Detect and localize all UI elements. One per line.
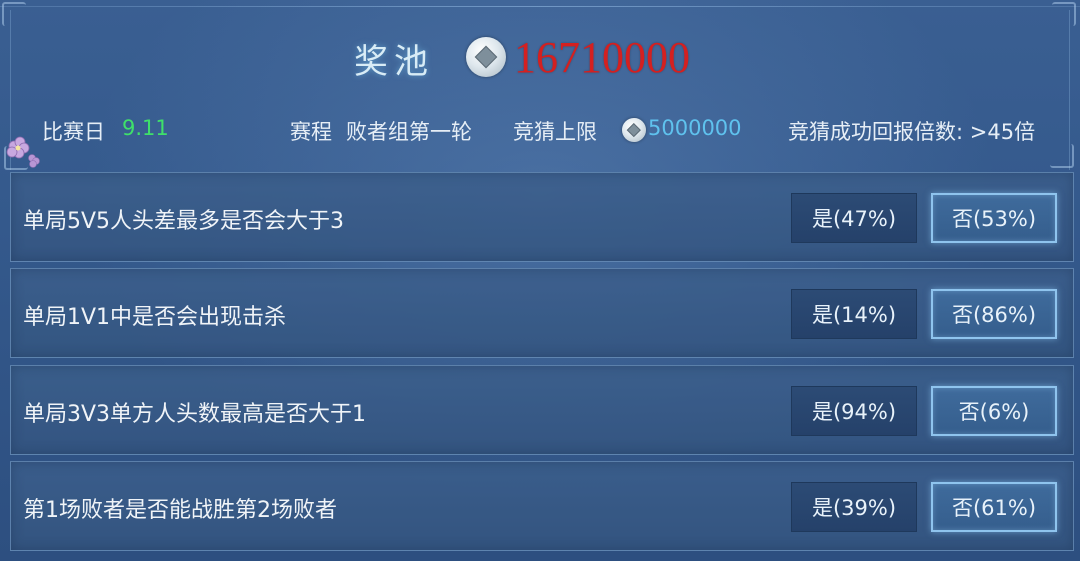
match-day-label: 比赛日 — [42, 120, 105, 144]
frame-divider — [0, 6, 1080, 7]
question-row: 单局3V3单方人头数最高是否大于1 是(94%) 否(6%) — [10, 365, 1074, 455]
pool-title: 奖池 — [354, 42, 434, 82]
question-text: 单局1V1中是否会出现击杀 — [23, 305, 287, 330]
vote-yes-button[interactable]: 是(47%) — [791, 193, 917, 243]
betting-panel: 奖池 16710000 比赛日 9.11 赛程 败者组第一轮 竞猜上限 5000… — [0, 0, 1080, 561]
payout-multiplier: 竞猜成功回报倍数: >45倍 — [788, 120, 1036, 144]
question-row: 单局1V1中是否会出现击杀 是(14%) 否(86%) — [10, 268, 1074, 358]
question-row: 第1场败者是否能战胜第2场败者 是(39%) 否(61%) — [10, 461, 1074, 551]
question-text: 单局3V3单方人头数最高是否大于1 — [23, 402, 367, 427]
coin-icon — [622, 118, 646, 142]
coin-icon — [466, 37, 506, 77]
corner-ornament-icon — [1052, 2, 1076, 26]
vote-no-button[interactable]: 否(61%) — [931, 482, 1057, 532]
question-text: 单局5V5人头差最多是否会大于3 — [23, 209, 345, 234]
vote-yes-button[interactable]: 是(39%) — [791, 482, 917, 532]
pool-amount: 16710000 — [514, 33, 690, 82]
vote-yes-button[interactable]: 是(14%) — [791, 289, 917, 339]
vote-yes-button[interactable]: 是(94%) — [791, 386, 917, 436]
question-row: 单局5V5人头差最多是否会大于3 是(47%) 否(53%) — [10, 172, 1074, 262]
match-day-value: 9.11 — [122, 116, 169, 140]
bet-limit-label: 竞猜上限 — [513, 120, 597, 144]
vote-no-button[interactable]: 否(86%) — [931, 289, 1057, 339]
schedule-label: 赛程 — [290, 120, 332, 144]
vote-no-button[interactable]: 否(6%) — [931, 386, 1057, 436]
vote-no-button[interactable]: 否(53%) — [931, 193, 1057, 243]
match-info-bar: 比赛日 9.11 赛程 败者组第一轮 竞猜上限 5000000 竞猜成功回报倍数… — [0, 112, 1080, 148]
corner-ornament-icon — [2, 2, 26, 26]
question-text: 第1场败者是否能战胜第2场败者 — [23, 498, 337, 523]
bet-limit-value: 5000000 — [648, 116, 742, 140]
schedule-value: 败者组第一轮 — [346, 120, 472, 144]
